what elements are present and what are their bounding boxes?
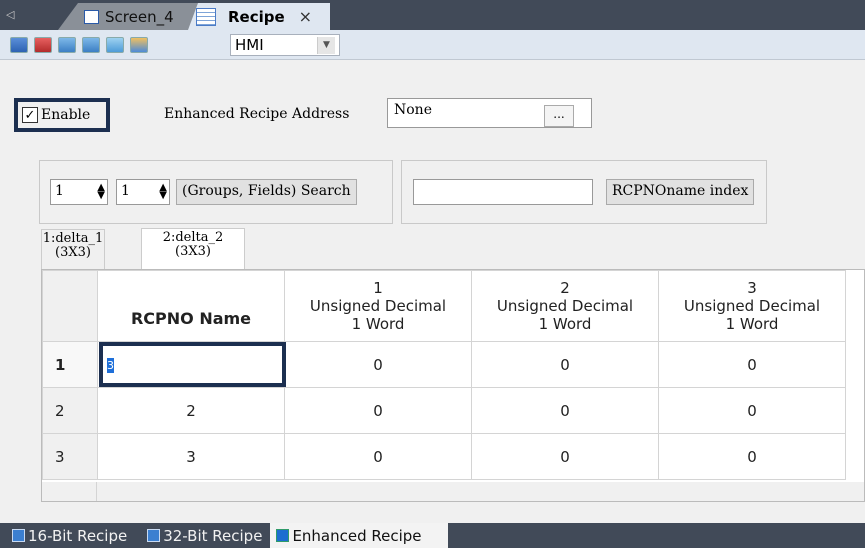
corner-cell xyxy=(42,270,98,342)
tab-label: Screen_4 xyxy=(105,7,174,26)
name-index-box: RCPNOname index xyxy=(401,160,767,224)
value-cell[interactable]: 0 xyxy=(658,341,846,388)
tab-scroll-left-icon[interactable]: ◁ xyxy=(6,8,18,22)
column-header[interactable]: 1 Unsigned Decimal 1 Word xyxy=(284,270,472,342)
spin-arrows-icon[interactable]: ▲ ▼ xyxy=(97,183,105,201)
export-icon[interactable] xyxy=(82,37,100,53)
value-cell[interactable]: 0 xyxy=(658,387,846,434)
tab-label: 32-Bit Recipe xyxy=(163,526,263,545)
sheet-tab-size: (3X3) xyxy=(55,245,91,260)
tab-16-bit-recipe[interactable]: 16-Bit Recipe xyxy=(0,523,135,548)
tab-label: 16-Bit Recipe xyxy=(28,526,128,545)
value-cell[interactable]: 0 xyxy=(284,387,472,434)
target-select[interactable]: HMI ▼ xyxy=(230,34,340,56)
sheet-tab-size: (3X3) xyxy=(175,244,211,259)
screen-icon xyxy=(84,9,99,24)
column-size: 1 Word xyxy=(725,315,779,333)
tab-32-bit-recipe[interactable]: 32-Bit Recipe xyxy=(135,523,270,548)
tab-label: Recipe xyxy=(228,7,285,26)
row-number[interactable]: 3 xyxy=(42,433,98,480)
groups-spinner[interactable]: 1 ▲ ▼ xyxy=(50,179,108,205)
rcpno-name-cell[interactable]: 2 xyxy=(97,387,285,434)
column-size: 1 Word xyxy=(351,315,405,333)
column-type: Unsigned Decimal xyxy=(496,297,634,315)
fields-value: 1 xyxy=(121,183,130,199)
value-cell[interactable]: 0 xyxy=(284,341,472,388)
selected-text[interactable]: 3 xyxy=(107,358,114,373)
group-search-box: 1 ▲ ▼ 1 ▲ ▼ (Groups, Fields) Search xyxy=(39,160,393,224)
chevron-down-icon: ▼ xyxy=(317,37,335,54)
rcpno-name-cell[interactable]: 3 xyxy=(97,433,285,480)
grid-empty-area xyxy=(42,482,864,501)
recipe-icon xyxy=(276,529,290,542)
column-size: 1 Word xyxy=(538,315,592,333)
enable-label: Enable xyxy=(41,107,91,123)
tab-recipe[interactable]: Recipe × xyxy=(188,3,330,30)
browse-button[interactable]: ... xyxy=(544,105,574,127)
document-tab-strip: ◁ Screen_4 Recipe × xyxy=(0,0,865,30)
column-header[interactable]: 2 Unsigned Decimal 1 Word xyxy=(471,270,659,342)
tab-screen-4[interactable]: Screen_4 xyxy=(58,3,201,30)
sheet-tab-delta-2[interactable]: 2:delta_2 (3X3) xyxy=(141,228,245,270)
table-row: 2 2 0 0 0 xyxy=(42,387,846,434)
enable-checkbox[interactable]: ✓ xyxy=(22,107,38,123)
column-type: Unsigned Decimal xyxy=(683,297,821,315)
tab-enhanced-recipe[interactable]: Enhanced Recipe xyxy=(270,523,449,548)
rcpno-name-input[interactable] xyxy=(413,179,593,205)
column-index: 2 xyxy=(560,279,570,297)
recipe-panel: ✓ Enable Enhanced Recipe Address None ..… xyxy=(8,60,865,510)
name-cell-editor[interactable]: 3 xyxy=(99,342,286,387)
value-cell[interactable]: 0 xyxy=(471,433,659,480)
sheet-tab-label: 2:delta_2 xyxy=(162,230,224,245)
fields-spinner[interactable]: 1 ▲ ▼ xyxy=(116,179,170,205)
value-cell[interactable]: 0 xyxy=(658,433,846,480)
sheet-tab-delta-1[interactable]: 1:delta_1 (3X3) xyxy=(41,229,105,269)
recipe-icon xyxy=(196,7,216,26)
rcpno-name-header[interactable]: RCPNO Name xyxy=(97,270,285,342)
address-value: None xyxy=(394,102,432,118)
close-icon[interactable]: × xyxy=(299,7,312,26)
value-cell[interactable]: 0 xyxy=(471,341,659,388)
recipe-icon xyxy=(12,529,25,542)
value-cell[interactable]: 0 xyxy=(471,387,659,434)
table-row: 3 3 0 0 0 xyxy=(42,433,846,480)
target-select-value: HMI xyxy=(235,36,264,54)
edit-icon[interactable] xyxy=(130,37,148,53)
tab-label: Enhanced Recipe xyxy=(292,526,422,545)
enable-checkbox-frame[interactable]: ✓ Enable xyxy=(14,98,110,132)
chart-icon[interactable] xyxy=(106,37,124,53)
add-recipe-icon[interactable] xyxy=(10,37,28,53)
header-row: RCPNO Name 1 Unsigned Decimal 1 Word 2 U… xyxy=(42,270,846,342)
delete-recipe-icon[interactable] xyxy=(34,37,52,53)
row-number[interactable]: 1 xyxy=(42,341,98,388)
sheet-tab-label: 1:delta_1 xyxy=(42,231,104,246)
rcpno-name-index-button[interactable]: RCPNOname index xyxy=(606,179,755,205)
value-cell[interactable]: 0 xyxy=(284,433,472,480)
spin-arrows-icon[interactable]: ▲ ▼ xyxy=(159,183,167,201)
recipe-toolbar: HMI ▼ xyxy=(0,30,865,60)
recipe-icon xyxy=(147,529,161,542)
column-type: Unsigned Decimal xyxy=(309,297,447,315)
groups-value: 1 xyxy=(55,183,64,199)
address-label: Enhanced Recipe Address xyxy=(164,106,350,122)
row-number[interactable]: 2 xyxy=(42,387,98,434)
column-index: 1 xyxy=(373,279,383,297)
column-index: 3 xyxy=(747,279,757,297)
recipe-type-tabs: 16-Bit Recipe 32-Bit Recipe Enhanced Rec… xyxy=(0,523,865,548)
column-header[interactable]: 3 Unsigned Decimal 1 Word xyxy=(658,270,846,342)
recipe-grid: RCPNO Name 1 Unsigned Decimal 1 Word 2 U… xyxy=(41,269,865,502)
groups-fields-search-button[interactable]: (Groups, Fields) Search xyxy=(176,179,357,205)
import-icon[interactable] xyxy=(58,37,76,53)
